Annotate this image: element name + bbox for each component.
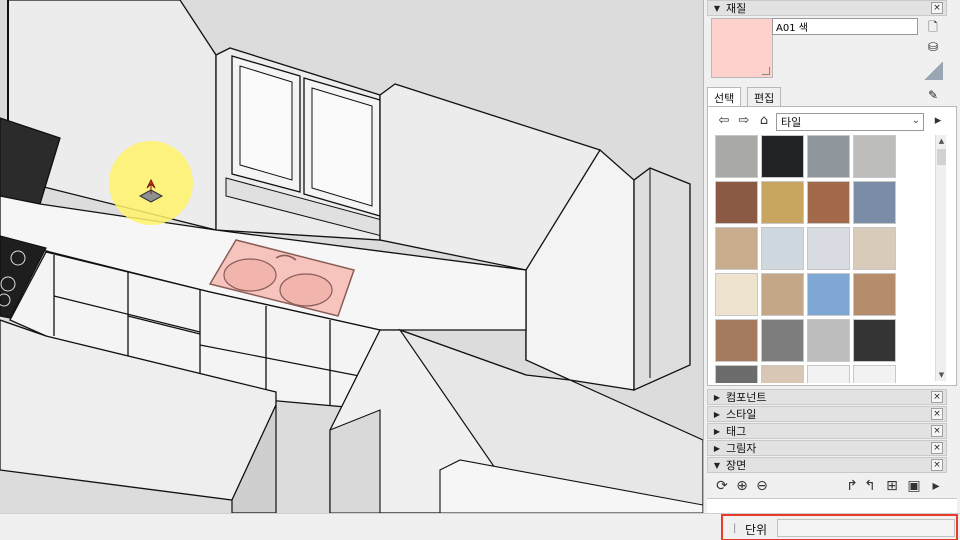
grip-icon: | [733,523,737,534]
material-thumbnail[interactable] [853,181,896,224]
panel-title: 태그 [726,425,747,438]
add-scene-icon[interactable]: ⊕ [733,478,751,494]
panel-header[interactable]: ▶ 스타일 [707,406,947,422]
expand-triangle-icon: ▶ [713,426,721,436]
kitchen-model-drawing [0,0,703,513]
forward-arrow-icon[interactable]: ⇨ [736,113,752,129]
material-swatch[interactable] [711,18,773,78]
material-thumbnail[interactable] [761,273,804,316]
material-thumbnail[interactable] [715,135,758,178]
scroll-down-icon[interactable]: ▼ [936,369,947,381]
close-icon[interactable]: × [931,442,943,454]
close-icon[interactable]: × [931,408,943,420]
status-bar: | 단위 [0,513,960,540]
material-thumbnail[interactable] [807,365,850,383]
tab-edit[interactable]: 편집 [747,87,782,107]
material-thumbnail[interactable] [853,227,896,270]
measurements-box: | 단위 [721,514,958,540]
material-thumbnail[interactable] [807,319,850,362]
material-thumbnail[interactable] [761,365,804,383]
measurements-input[interactable] [777,519,955,537]
panel-header[interactable]: ▶ 태그 [707,423,947,439]
chevron-down-icon: ⌄ [911,115,920,126]
scroll-thumb[interactable] [937,149,946,165]
material-browser: ⇦ ⇨ ⌂ 타일 ⌄ ▸ ▲ ▼ [707,106,957,386]
paint-bucket-icon[interactable]: ⛁ [925,40,941,54]
material-thumbnail[interactable] [807,181,850,224]
resize-corner-icon [762,67,770,75]
panel-title: 스타일 [726,408,757,421]
measurements-label: 단위 [745,523,768,537]
details-arrow-icon[interactable]: ▸ [930,113,946,129]
panel-header[interactable]: ▼ 장면 [707,457,947,473]
view-options-icon[interactable]: ⊞ [883,478,901,494]
material-thumbnail[interactable] [807,273,850,316]
expand-triangle-icon: ▼ [713,3,721,13]
collection-dropdown[interactable]: 타일 ⌄ [776,113,924,131]
panel-header[interactable]: ▶ 그림자 [707,440,947,456]
close-icon[interactable]: × [931,391,943,403]
material-thumbnail[interactable] [715,181,758,224]
scene-list[interactable] [707,498,957,513]
material-thumbnail[interactable] [761,135,804,178]
close-icon[interactable]: × [931,425,943,437]
expand-triangle-icon: ▶ [713,443,721,453]
material-thumbnail[interactable] [807,227,850,270]
back-arrow-icon[interactable]: ⇦ [716,113,732,129]
create-material-icon[interactable]: 🗋 [925,18,941,39]
panel-title: 장면 [726,459,747,472]
details-arrow-icon[interactable]: ▸ [927,478,945,494]
materials-tabs: 선택 편집 [707,87,957,107]
thumbnail-scrollbar[interactable]: ▲ ▼ [935,135,946,381]
move-scene-down-icon[interactable]: ↱ [843,478,861,494]
material-thumbnail[interactable] [715,227,758,270]
remove-scene-icon[interactable]: ⊖ [753,478,771,494]
material-thumbnail[interactable] [853,319,896,362]
expand-triangle-icon: ▶ [713,409,721,419]
material-thumbnail[interactable] [853,135,896,178]
refresh-icon[interactable]: ⟳ [713,478,731,494]
close-icon[interactable]: × [931,2,943,14]
scroll-up-icon[interactable]: ▲ [936,135,947,147]
material-thumbnail-grid [715,135,903,383]
sketchup-window: ▼ 재질 × 🗋 ⛁ ✎ 선택 편집 ⇦ ⇨ ⌂ 타일 ⌄ ▸ [0,0,960,540]
scenes-toolbar: ⟳ ⊕ ⊖ ↱ ↰ ⊞ ▣ ▸ [707,474,957,498]
material-thumbnail[interactable] [761,227,804,270]
collapse-triangle-icon: ▼ [713,460,721,470]
materials-panel-header[interactable]: ▼ 재질 [707,0,947,16]
default-material-icon[interactable] [923,62,943,80]
close-icon[interactable]: × [931,459,943,471]
material-thumbnail[interactable] [715,365,758,383]
tab-select[interactable]: 선택 [707,87,742,107]
home-icon[interactable]: ⌂ [756,113,772,129]
panel-title: 그림자 [726,442,757,455]
material-thumbnail[interactable] [853,365,896,383]
details-toggle-icon[interactable]: ▣ [905,478,923,494]
model-viewport[interactable] [0,0,703,513]
move-scene-up-icon[interactable]: ↰ [861,478,879,494]
panel-title: 컴포넌트 [726,391,767,404]
collection-selected-value: 타일 [781,116,802,129]
material-thumbnail[interactable] [853,273,896,316]
material-thumbnail[interactable] [761,181,804,224]
default-tray: ▼ 재질 × 🗋 ⛁ ✎ 선택 편집 ⇦ ⇨ ⌂ 타일 ⌄ ▸ [703,0,960,513]
expand-triangle-icon: ▶ [713,392,721,402]
material-thumbnail[interactable] [807,135,850,178]
material-name-input[interactable] [772,18,918,35]
material-thumbnail[interactable] [715,273,758,316]
material-thumbnail[interactable] [761,319,804,362]
materials-title: 재질 [726,2,747,15]
material-thumbnail[interactable] [715,319,758,362]
panel-header[interactable]: ▶ 컴포넌트 [707,389,947,405]
